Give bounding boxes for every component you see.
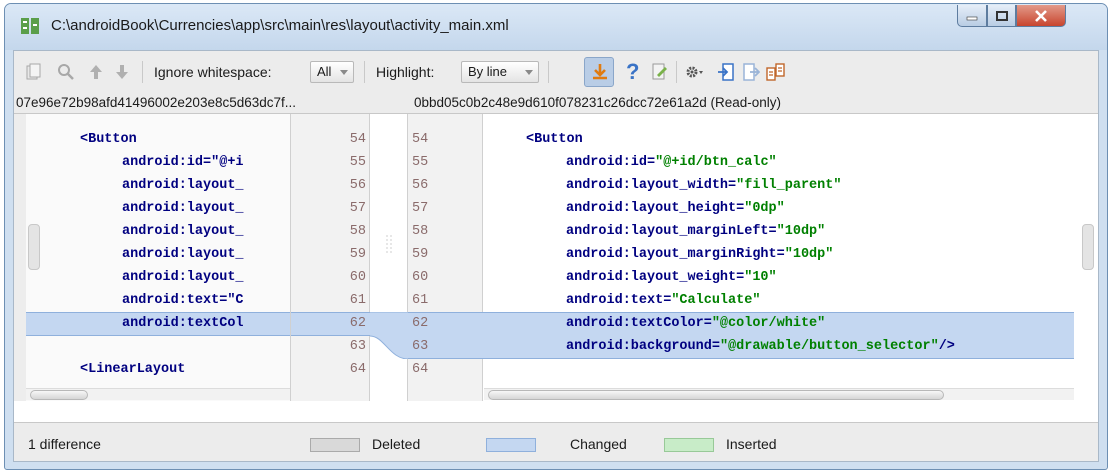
line-number: 58 [412,224,429,239]
edit-file-icon[interactable] [650,62,670,82]
right-horizontal-scrollbar[interactable] [484,388,1074,400]
right-code-line: android:layout_weight="10" [566,270,777,285]
change-connector [370,312,408,359]
line-number: 57 [349,201,366,216]
minimize-button[interactable] [957,5,987,27]
merge-arrow-icon [593,64,607,80]
toolbar: Ignore whitespace: All Highlight: By lin… [14,51,1098,91]
inserted-swatch [664,438,714,452]
line-number: 55 [412,155,429,170]
line-number: 61 [412,293,429,308]
line-number: 58 [349,224,366,239]
line-number: 56 [412,178,429,193]
chevron-down-icon [340,70,348,75]
left-code-line: android:layout_ [122,224,244,239]
legend-deleted-label: Deleted [372,436,421,452]
right-code-line: android:layout_width="fill_parent" [566,178,842,193]
line-number: 61 [349,293,366,308]
close-button[interactable] [1016,5,1066,27]
difference-count: 1 difference [28,436,101,452]
line-number: 54 [349,132,366,147]
line-number: 62 [349,316,366,331]
right-code-line: android:layout_marginLeft="10dp" [566,224,826,239]
title-bar[interactable]: C:\androidBook\Currencies\app\src\main\r… [5,4,1107,50]
right-vertical-scrollbar[interactable] [1082,224,1094,270]
compare-left-icon[interactable] [716,62,736,82]
highlight-label: Highlight: [376,64,435,80]
toolbar-separator [676,61,677,83]
highlight-value: By line [468,64,508,79]
diff-window: C:\androidBook\Currencies\app\src\main\r… [4,3,1108,470]
line-number: 62 [412,316,429,331]
left-fold-strip [14,114,26,401]
status-bar: 1 difference Deleted Changed Inserted [14,427,1098,463]
line-number: 60 [412,270,429,285]
ignore-whitespace-label: Ignore whitespace: [154,64,272,80]
line-number: 54 [412,132,429,147]
scroll-thumb[interactable] [30,390,88,400]
line-number: 63 [412,339,429,354]
ignore-whitespace-dropdown[interactable]: All [310,61,354,83]
right-code-line: android:id="@+id/btn_calc" [566,155,777,170]
line-number: 57 [412,201,429,216]
diff-app-icon [21,18,39,34]
right-revision-label: 0bbd05c0b2c48e9d610f078231c26dcc72e61a2d… [414,95,782,110]
right-code-line: android:text="Calculate" [566,293,761,308]
ignore-whitespace-value: All [317,64,332,79]
left-revision-label: 07e96e72b98afd41496002e203e8c5d63dc7f... [16,95,297,110]
right-code-line: android:background="@drawable/button_sel… [566,339,955,354]
line-number: 60 [349,270,366,285]
previous-difference-icon[interactable] [86,62,106,82]
apply-changes-button[interactable] [584,57,614,87]
minimize-icon [966,16,978,20]
find-icon[interactable] [56,62,76,82]
help-icon[interactable]: ? [626,59,639,85]
left-code-line: android:layout_ [122,270,244,285]
left-code-line: android:textCol [122,316,244,331]
legend-changed-label: Changed [570,436,627,452]
left-code-line: android:text="C [122,293,244,308]
left-code-line: android:layout_ [122,247,244,262]
left-code-line: android:layout_ [122,178,244,193]
side-by-side-icon[interactable] [766,62,786,82]
line-number: 59 [349,247,366,262]
diff-area: <Button android:id="@+i android:layout_ … [14,113,1098,423]
changed-swatch [486,438,536,452]
maximize-icon [995,10,1008,21]
close-icon [1035,9,1047,22]
left-horizontal-scrollbar[interactable] [26,388,290,400]
line-number: 55 [349,155,366,170]
left-code-line: <Button [80,132,137,147]
right-code-line: android:layout_height="0dp" [566,201,785,216]
left-code-line: android:layout_ [122,201,244,216]
right-code-line: android:layout_marginRight="10dp" [566,247,834,262]
left-vertical-scrollbar[interactable] [28,224,40,270]
window-title: C:\androidBook\Currencies\app\src\main\r… [51,17,509,34]
right-code-line: android:textColor="@color/white" [566,316,826,331]
right-code-line: <Button [526,132,583,147]
next-difference-icon[interactable] [112,62,132,82]
toolbar-separator [548,61,549,83]
settings-icon[interactable] [684,62,704,82]
line-number: 59 [412,247,429,262]
maximize-button[interactable] [987,5,1016,27]
divider-grip-icon [386,235,392,253]
left-code-line: <LinearLayout [80,362,186,377]
line-number: 63 [349,339,366,354]
line-number: 64 [412,362,429,377]
highlight-dropdown[interactable]: By line [461,61,539,83]
deleted-swatch [310,438,360,452]
toolbar-separator [142,61,143,83]
line-number: 56 [349,178,366,193]
left-code-line: android:id="@+i [122,155,244,170]
scroll-thumb[interactable] [488,390,944,400]
compare-right-icon[interactable] [741,62,761,82]
diff-viewer: Ignore whitespace: All Highlight: By lin… [13,50,1099,462]
toolbar-separator [364,61,365,83]
chevron-down-icon [525,70,533,75]
line-number: 64 [349,362,366,377]
legend-inserted-label: Inserted [726,436,777,452]
copy-icon[interactable] [24,62,44,82]
